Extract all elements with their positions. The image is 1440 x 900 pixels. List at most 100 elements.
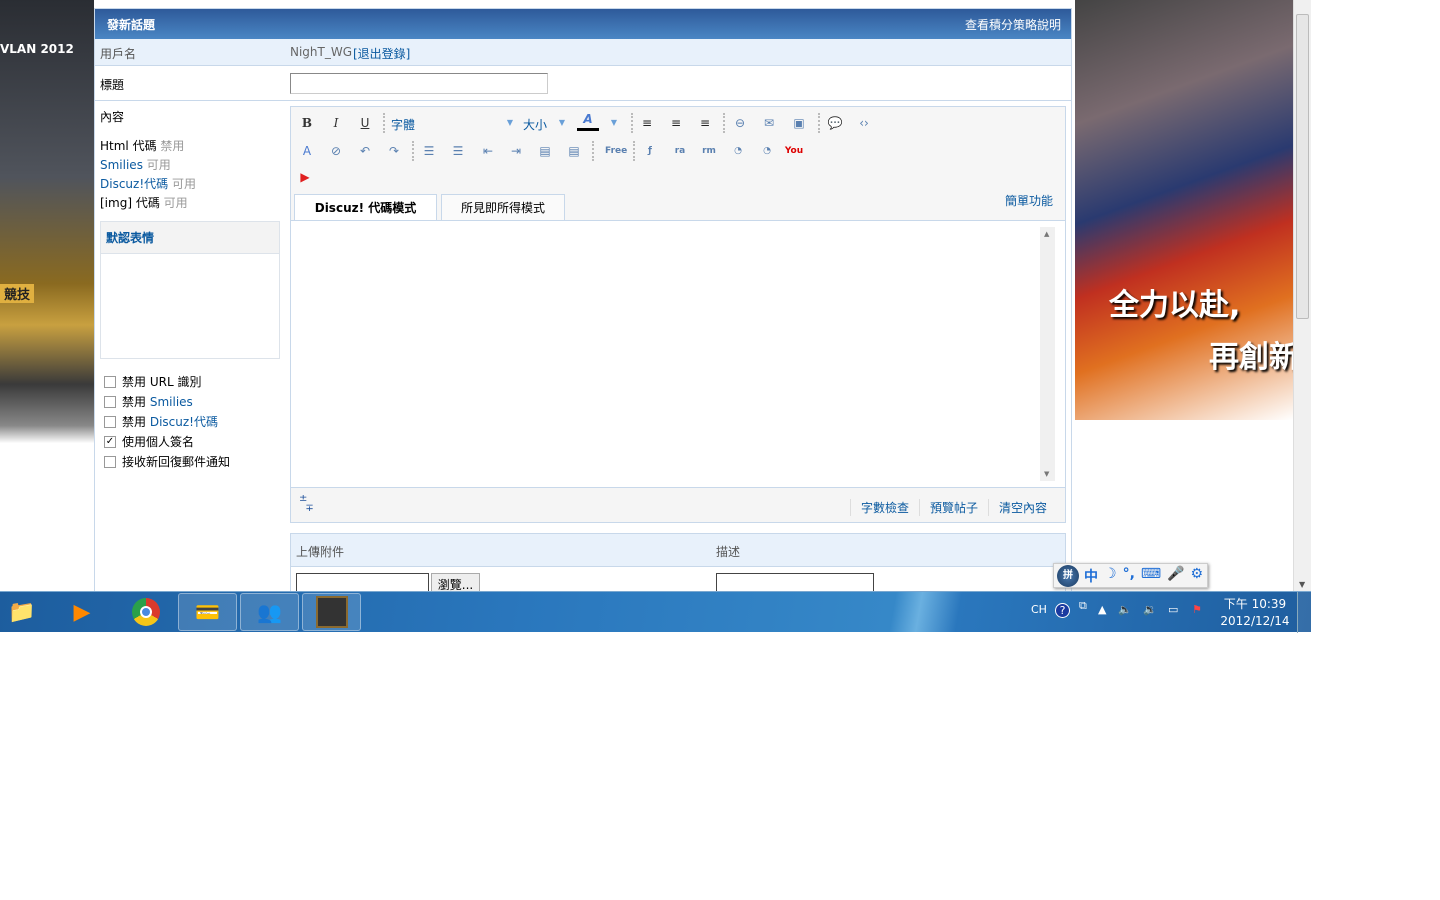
network-icon[interactable]: ▭ — [1168, 603, 1178, 616]
chrome-icon[interactable] — [126, 596, 166, 628]
resize-icon[interactable]: ± ∓ — [299, 494, 314, 514]
toolbar-separator — [412, 141, 414, 161]
bold-icon[interactable]: B — [296, 113, 318, 133]
ime-button[interactable]: ☽ — [1104, 566, 1117, 586]
show-hidden-icons[interactable]: ▲ — [1098, 603, 1106, 616]
ime-restore-icon[interactable]: ⧉ — [1079, 599, 1087, 613]
checkbox-unchecked[interactable] — [104, 375, 116, 388]
align-right-icon[interactable]: ≡ — [694, 113, 716, 133]
remove-format-icon[interactable]: A — [296, 141, 318, 161]
flash-icon[interactable]: ƒ — [639, 141, 661, 161]
ime-button[interactable]: 中 — [1084, 566, 1098, 586]
quote-icon[interactable]: 💬 — [824, 113, 846, 133]
underline-icon[interactable]: U — [354, 113, 376, 133]
textarea-scrollbar[interactable]: ▲ ▼ — [1040, 227, 1055, 481]
simple-mode-link[interactable]: 簡單功能 — [1005, 192, 1053, 209]
scroll-thumb[interactable] — [1296, 14, 1309, 319]
unordered-list-icon[interactable]: ☰ — [447, 141, 469, 161]
clear-content-button[interactable]: 清空內容 — [988, 499, 1047, 516]
network-card-app-button[interactable]: 💳 — [178, 593, 237, 631]
option-text[interactable]: Discuz!代碼 — [150, 415, 218, 429]
ime-logo-icon[interactable]: 拼 — [1057, 564, 1079, 587]
tab-wysiwyg[interactable]: 所見即所得模式 — [441, 194, 565, 221]
code-icon[interactable]: ‹› — [853, 113, 875, 133]
font-family-select-label: 字體 — [391, 118, 416, 132]
option-checkbox[interactable]: 禁用 URL 識別 — [104, 373, 201, 390]
font-color-icon[interactable]: A — [577, 111, 599, 131]
redo-icon[interactable]: ↷ — [383, 141, 405, 161]
font-size-select[interactable]: 大小 ▼ — [523, 116, 565, 133]
link-icon[interactable]: ⊖ — [729, 113, 751, 133]
right-banner-ad[interactable]: 全力以赴, 再創新 — [1075, 0, 1293, 420]
float-right-icon[interactable]: ▤ — [563, 141, 585, 161]
description-input[interactable] — [716, 573, 874, 592]
left-banner-ad[interactable]: VLAN 2012 競技 — [0, 0, 94, 591]
real-media-icon[interactable]: rm — [698, 141, 720, 161]
option-checkbox[interactable]: 禁用 Smilies — [104, 393, 193, 410]
media-icon[interactable]: ▶ — [294, 167, 316, 187]
logout-link[interactable]: [退出登錄] — [353, 45, 410, 62]
checkbox-unchecked[interactable] — [104, 415, 116, 428]
free-icon[interactable]: Free — [605, 141, 627, 161]
option-checkbox[interactable]: 禁用 Discuz!代碼 — [104, 413, 218, 430]
action-center-flag-icon[interactable]: ⚑ — [1192, 603, 1202, 616]
language-indicator[interactable]: CH — [1031, 603, 1047, 616]
option-checkbox[interactable]: 接收新回復郵件通知 — [104, 453, 230, 470]
preview-button[interactable]: 預覽帖子 — [919, 499, 978, 516]
ime-button[interactable]: ⚙ — [1191, 566, 1204, 586]
ime-toolbar[interactable]: 拼中 ☽ °, ⌨ 🎤 ⚙ — [1053, 563, 1208, 588]
status-name[interactable]: Smilies — [100, 158, 143, 172]
email-icon[interactable]: ✉ — [758, 113, 780, 133]
checkbox-unchecked[interactable] — [104, 455, 116, 468]
scroll-up-icon[interactable]: ▲ — [1044, 230, 1049, 238]
scroll-down-icon[interactable]: ▼ — [1044, 470, 1049, 478]
ordered-list-icon[interactable]: ☰ — [418, 141, 440, 161]
content-textarea[interactable] — [291, 220, 1065, 487]
media-player-icon[interactable]: ▶ — [62, 596, 102, 628]
real-audio-icon[interactable]: ra — [669, 141, 691, 161]
image-icon[interactable]: ▣ — [788, 113, 810, 133]
outdent-icon[interactable]: ⇤ — [477, 141, 499, 161]
youtube-icon[interactable]: You — [783, 141, 805, 161]
subject-input[interactable] — [290, 73, 548, 94]
checkbox-checked[interactable]: ✓ — [104, 435, 116, 448]
ime-button[interactable]: 🎤 — [1167, 566, 1184, 586]
font-color-dropdown-icon[interactable]: ▼ — [603, 113, 625, 133]
indent-icon[interactable]: ⇥ — [505, 141, 527, 161]
volume-icon[interactable]: 🔉 — [1143, 603, 1157, 616]
font-family-select[interactable]: 字體 ▼ — [391, 116, 513, 133]
align-left-icon[interactable]: ≡ — [636, 113, 658, 133]
word-count-button[interactable]: 字數檢查 — [850, 499, 909, 516]
status-name[interactable]: Discuz!代碼 — [100, 177, 168, 191]
show-desktop-button[interactable] — [1297, 592, 1311, 633]
messenger-app-button[interactable]: 👥 — [240, 593, 299, 631]
ime-button[interactable]: ⌨ — [1141, 566, 1161, 586]
smilies-title[interactable]: 默認表情 — [101, 222, 279, 254]
scroll-down-icon[interactable]: ▼ — [1299, 580, 1305, 589]
italic-icon[interactable]: I — [325, 113, 347, 133]
status-name: Html 代碼 — [100, 139, 157, 153]
align-center-icon[interactable]: ≡ — [665, 113, 687, 133]
clock-date: 2012/12/14 — [1220, 614, 1290, 628]
wma-icon[interactable]: ◔ — [727, 141, 749, 161]
undo-icon[interactable]: ↶ — [354, 141, 376, 161]
page-scrollbar[interactable]: ▼ — [1293, 0, 1311, 591]
help-icon[interactable]: ? — [1055, 603, 1070, 618]
float-left-icon[interactable]: ▤ — [534, 141, 556, 161]
unlink-icon[interactable]: ⊘ — [325, 141, 347, 161]
option-checkbox[interactable]: ✓ 使用個人簽名 — [104, 433, 194, 450]
option-text[interactable]: Smilies — [150, 395, 193, 409]
game-app-button[interactable] — [302, 593, 361, 631]
policy-link[interactable]: 查看積分策略說明 — [965, 16, 1061, 33]
form-header: 發新話題 查看積分策略說明 — [95, 9, 1071, 39]
wmv-icon[interactable]: ◔ — [756, 141, 778, 161]
file-input[interactable] — [296, 573, 429, 592]
ime-button[interactable]: °, — [1123, 566, 1135, 586]
explorer-icon[interactable]: 📁 — [2, 596, 42, 628]
browse-button[interactable]: 瀏覽... — [431, 573, 480, 592]
clock[interactable]: 下午 10:39 2012/12/14 — [1220, 596, 1290, 630]
speaker-muted-icon[interactable]: 🔈 — [1118, 603, 1132, 616]
banner-line1: 全力以赴, — [1109, 288, 1241, 323]
checkbox-unchecked[interactable] — [104, 395, 116, 408]
tab-discuz-code[interactable]: Discuz! 代碼模式 — [294, 194, 437, 221]
